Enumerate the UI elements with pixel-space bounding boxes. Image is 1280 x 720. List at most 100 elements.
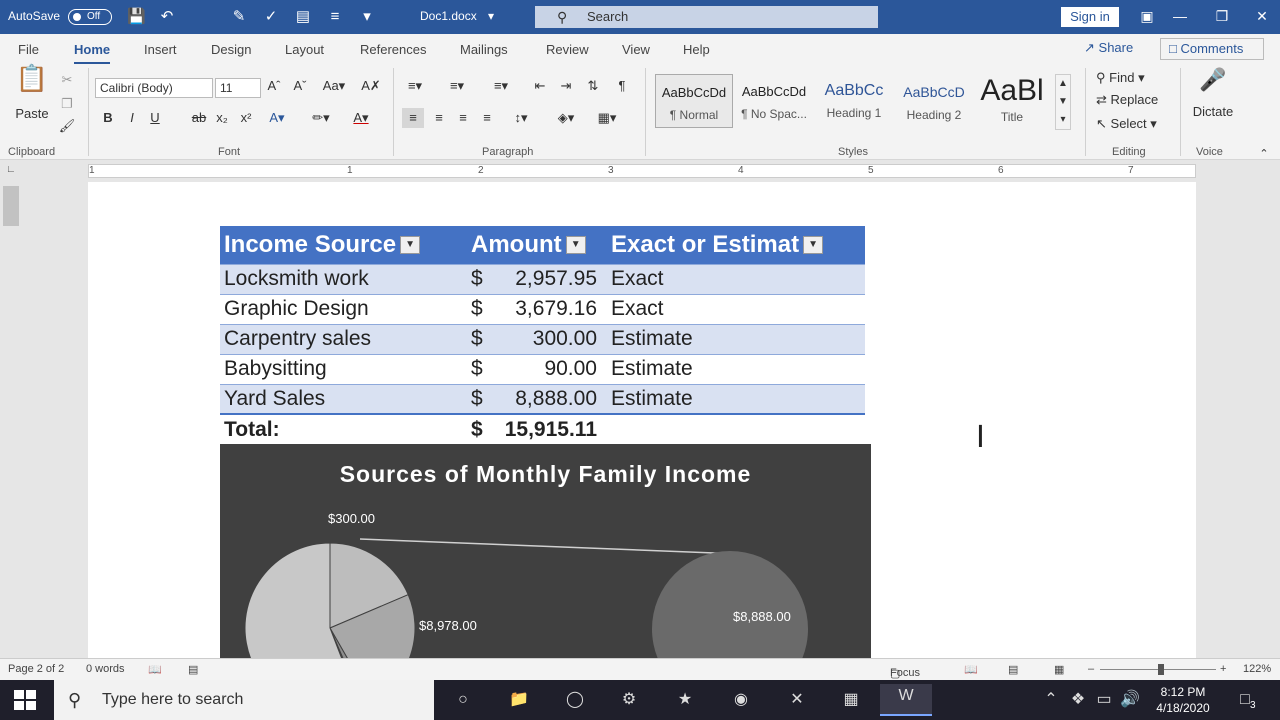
table-row[interactable]: Babysitting $ 90.00 Estimate [220, 354, 865, 384]
read-mode-view-icon[interactable]: 📖 [964, 663, 978, 676]
word-taskbar-icon[interactable]: W [880, 684, 932, 716]
cell-kind[interactable]: Estimate [607, 323, 865, 355]
income-chart[interactable]: Sources of Monthly Family Income $300.00… [220, 444, 871, 658]
tab-insert[interactable]: Insert [144, 42, 177, 57]
zoom-level[interactable]: 122% [1243, 663, 1271, 675]
customize-toolbar-icon[interactable]: ▾ [358, 8, 376, 26]
table-row[interactable]: Carpentry sales $ 300.00 Estimate [220, 323, 865, 355]
cell-kind[interactable]: Exact [607, 263, 865, 295]
filter-dropdown-icon[interactable]: ▼ [803, 236, 824, 255]
web-layout-view-icon[interactable]: ▦ [1054, 663, 1064, 676]
select-button[interactable]: ↖ Select ▾ [1096, 114, 1168, 134]
table-row[interactable]: Graphic Design $ 3,679.16 Exact [220, 294, 865, 324]
title-chevron-down-icon[interactable]: ▾ [488, 9, 494, 23]
save-icon[interactable]: 💾 [127, 8, 146, 26]
zoom-in-icon[interactable]: + [1220, 663, 1226, 675]
income-table[interactable]: Income Source ▼ Amount ▼ Exact or Estimat ▼… [220, 226, 865, 444]
tab-mailings[interactable]: Mailings [460, 42, 508, 57]
browser-icon[interactable]: ◉ [728, 688, 754, 712]
tab-review[interactable]: Review [546, 42, 589, 57]
tab-references[interactable]: References [360, 42, 426, 57]
bullets-icon[interactable]: ≡▾ [402, 76, 428, 96]
decrease-indent-icon[interactable]: ⇤ [530, 76, 550, 96]
cell-source[interactable]: Graphic Design [220, 294, 467, 324]
cut-icon[interactable]: ✂ [58, 70, 76, 90]
justify-icon[interactable]: ≡ [476, 108, 498, 128]
cell-currency[interactable]: $ [467, 263, 487, 295]
word-count[interactable]: 0 words [86, 663, 125, 675]
show-hidden-icons-icon[interactable]: ⌃ [1042, 688, 1060, 712]
total-label[interactable]: Total: [220, 413, 467, 444]
replace-button[interactable]: ⇄ Replace [1096, 90, 1168, 110]
zoom-out-icon[interactable]: – [1088, 663, 1094, 675]
cell-kind[interactable]: Exact [607, 294, 865, 324]
format-icon[interactable]: ≡ [326, 8, 344, 26]
autosave-toggle[interactable]: Off [68, 9, 112, 25]
steam-icon[interactable]: ⚙ [616, 688, 642, 712]
line-spacing-icon[interactable]: ↕▾ [504, 108, 538, 128]
calculator-icon[interactable]: ▦ [838, 688, 864, 712]
tab-help[interactable]: Help [683, 42, 710, 57]
superscript-icon[interactable]: x² [238, 108, 254, 128]
tab-selector-icon[interactable]: ∟ [6, 164, 16, 175]
font-color-icon[interactable]: A▾ [344, 108, 378, 128]
cell-currency[interactable]: $ [467, 323, 487, 355]
zoom-slider-thumb[interactable] [1158, 664, 1164, 675]
align-right-icon[interactable]: ≡ [452, 108, 474, 128]
table-row[interactable]: Locksmith work $ 2,957.95 Exact [220, 263, 865, 295]
cell-source[interactable]: Yard Sales [220, 383, 467, 415]
proofing-icon[interactable]: 📖 [148, 663, 162, 676]
minimize-icon[interactable]: — [1170, 8, 1190, 24]
highlight-icon[interactable]: ✏▾ [304, 108, 338, 128]
copy-icon[interactable]: ❐ [58, 94, 76, 114]
total-amount[interactable]: 15,915.11 [487, 413, 607, 444]
font-name-select[interactable]: Calibri (Body) [95, 78, 213, 98]
align-center-icon[interactable]: ≡ [428, 108, 450, 128]
task-view-icon[interactable]: ○ [450, 688, 476, 712]
cell-kind[interactable]: Estimate [607, 383, 865, 415]
cell-amount[interactable]: 8,888.00 [487, 383, 607, 415]
comments-button[interactable]: □ Comments [1160, 38, 1264, 60]
header-income-source[interactable]: Income Source ▼ [220, 226, 467, 264]
cell-currency[interactable]: $ [467, 294, 487, 324]
cell-amount[interactable]: 300.00 [487, 323, 607, 355]
cell-kind[interactable]: Estimate [607, 354, 865, 384]
cell-currency[interactable]: $ [467, 383, 487, 415]
file-explorer-icon[interactable]: 📁 [506, 688, 532, 712]
clock[interactable]: 8:12 PM 4/18/2020 [1150, 684, 1216, 716]
document-title[interactable]: Doc1.docx [420, 9, 477, 23]
tab-design[interactable]: Design [211, 42, 251, 57]
underline-icon[interactable]: U [147, 108, 163, 128]
style-title[interactable]: AaBl Title [975, 74, 1049, 128]
format-painter-icon[interactable]: 🖌 [58, 116, 76, 136]
search-input[interactable]: ⚲ Search [535, 6, 878, 28]
cell-amount[interactable]: 90.00 [487, 354, 607, 384]
taskbar-search-input[interactable]: ⚲ Type here to search [54, 680, 434, 720]
restore-icon[interactable]: ❐ [1212, 8, 1232, 25]
text-effects-icon[interactable]: A▾ [262, 108, 292, 128]
volume-icon[interactable]: 🔊 [1120, 688, 1140, 712]
table-row[interactable]: Yard Sales $ 8,888.00 Estimate [220, 383, 865, 415]
dictate-button[interactable]: Dictate [1188, 102, 1238, 122]
clear-formatting-icon[interactable]: A✗ [360, 76, 382, 96]
microphone-icon[interactable]: 🎤 [1198, 69, 1228, 91]
total-currency[interactable]: $ [467, 413, 487, 444]
shrink-font-icon[interactable]: Aˇ [290, 76, 310, 96]
italic-icon[interactable]: I [124, 108, 140, 128]
windows-start-icon[interactable] [14, 690, 36, 710]
filter-dropdown-icon[interactable]: ▼ [565, 236, 586, 255]
find-button[interactable]: ⚲ Find ▾ [1096, 68, 1166, 88]
page-indicator[interactable]: Page 2 of 2 [8, 663, 64, 675]
read-mode-icon[interactable]: ▤ [294, 8, 312, 26]
increase-indent-icon[interactable]: ⇥ [556, 76, 576, 96]
numbering-icon[interactable]: ≡▾ [444, 76, 470, 96]
excel-icon[interactable]: ✕ [784, 688, 810, 712]
change-case-icon[interactable]: Aa▾ [318, 76, 350, 96]
total-empty-cell[interactable] [607, 413, 865, 444]
share-button[interactable]: ↗ Share [1084, 40, 1133, 56]
subscript-icon[interactable]: x₂ [214, 108, 230, 128]
grow-font-icon[interactable]: Aˆ [264, 76, 284, 96]
style-heading-1[interactable]: AaBbCc Heading 1 [815, 74, 893, 128]
cell-amount[interactable]: 3,679.16 [487, 294, 607, 324]
cell-amount[interactable]: 2,957.95 [487, 263, 607, 295]
